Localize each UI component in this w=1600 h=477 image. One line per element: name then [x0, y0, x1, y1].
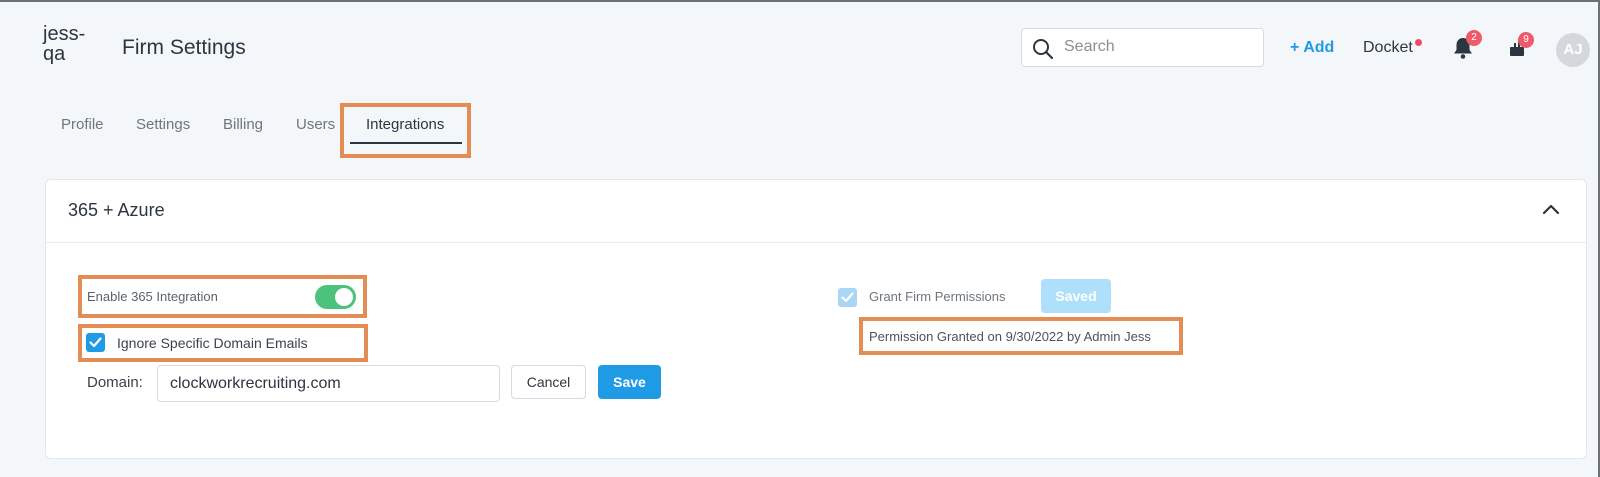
highlight-enable-365	[78, 275, 367, 318]
docket-alert-dot	[1414, 39, 1422, 46]
notifications-badge: 2	[1466, 30, 1482, 46]
add-button[interactable]: + Add	[1290, 39, 1334, 57]
search-icon	[1033, 39, 1054, 60]
tab-users[interactable]: Users	[296, 116, 335, 133]
tab-billing[interactable]: Billing	[223, 116, 263, 133]
avatar[interactable]: AJ	[1556, 33, 1590, 67]
highlight-permission-granted	[859, 317, 1183, 355]
card-divider	[46, 242, 1586, 243]
grant-permissions-checkbox[interactable]	[838, 288, 857, 307]
notifications-button[interactable]: 2	[1452, 30, 1482, 65]
card-title: 365 + Azure	[68, 200, 165, 220]
highlight-tab-integrations	[340, 103, 471, 158]
tab-settings[interactable]: Settings	[136, 116, 190, 133]
chevron-up-icon[interactable]	[1541, 202, 1561, 216]
integration-card	[45, 179, 1587, 459]
tasks-button[interactable]: 9	[1508, 32, 1534, 63]
domain-label: Domain:	[87, 374, 143, 391]
page-title: Firm Settings	[122, 36, 246, 59]
domain-input[interactable]	[157, 365, 500, 402]
save-button[interactable]: Save	[598, 365, 661, 399]
tasks-badge: 9	[1518, 32, 1534, 48]
firm-name: jess-qa	[43, 23, 86, 65]
saved-button[interactable]: Saved	[1041, 279, 1111, 313]
highlight-ignore-domain	[78, 324, 368, 362]
grant-permissions-label: Grant Firm Permissions	[869, 289, 1006, 304]
cancel-button[interactable]: Cancel	[511, 365, 586, 399]
tab-profile[interactable]: Profile	[61, 116, 104, 133]
docket-link[interactable]: Docket	[1363, 39, 1422, 57]
search-box[interactable]	[1021, 28, 1264, 67]
docket-label: Docket	[1363, 39, 1413, 56]
search-input[interactable]	[1064, 38, 1254, 56]
checkmark-icon	[841, 292, 854, 303]
